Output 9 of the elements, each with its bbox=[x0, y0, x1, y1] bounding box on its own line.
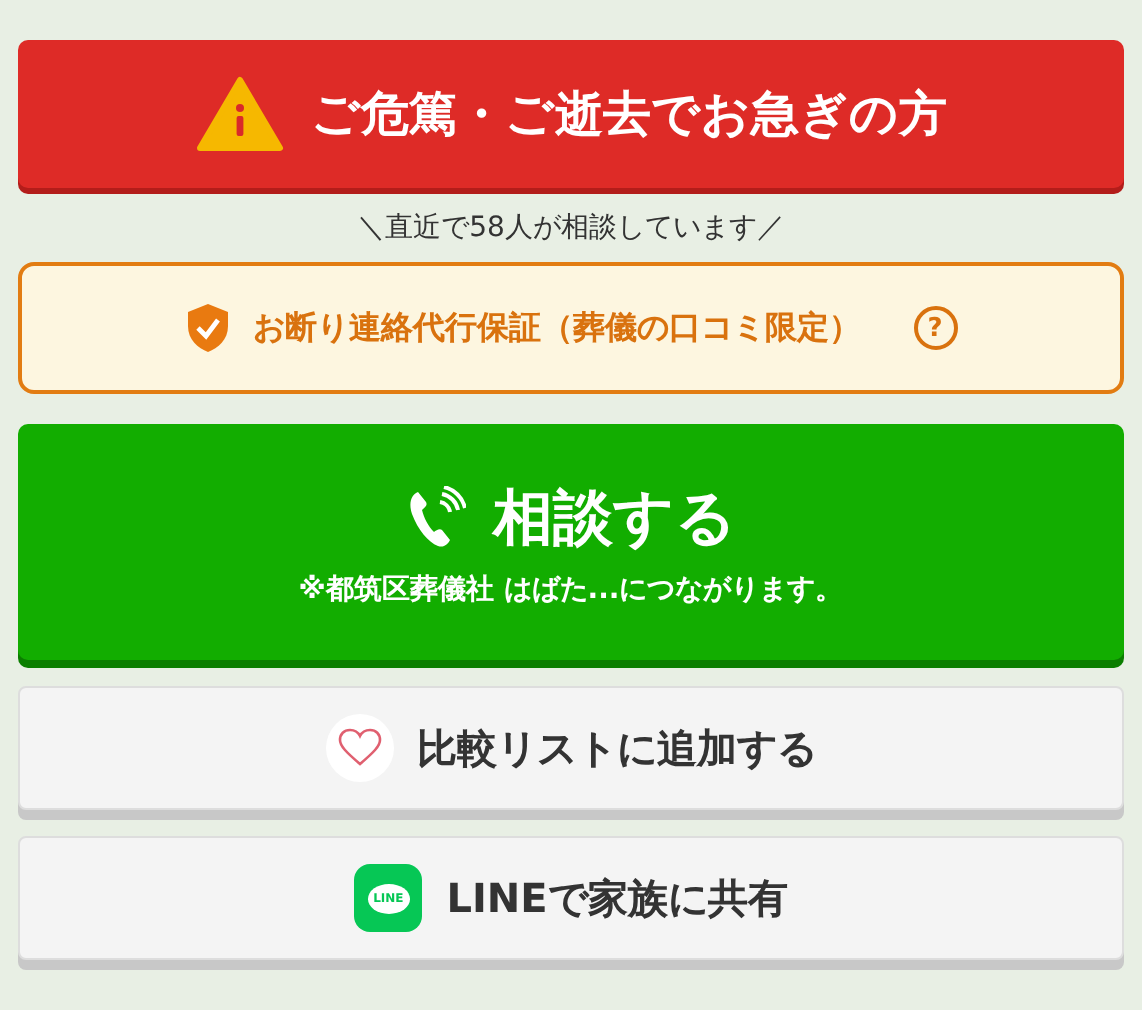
consult-count: ＼直近で58人が相談しています／ bbox=[355, 210, 787, 246]
warning-icon bbox=[195, 76, 283, 152]
call-button[interactable]: 相談する ※都筑区葬儀社 はばた...につながります。 bbox=[18, 424, 1124, 660]
phone-icon bbox=[405, 486, 465, 550]
urgent-button[interactable]: ご危篤・ご逝去でお急ぎの方 bbox=[18, 40, 1124, 188]
guarantee-banner[interactable]: お断り連絡代行保証（葬儀の口コミ限定） ? bbox=[18, 262, 1124, 394]
help-icon[interactable]: ? bbox=[913, 306, 957, 350]
guarantee-label: お断り連絡代行保証（葬儀の口コミ限定） bbox=[253, 307, 861, 349]
shield-check-icon bbox=[185, 302, 229, 354]
